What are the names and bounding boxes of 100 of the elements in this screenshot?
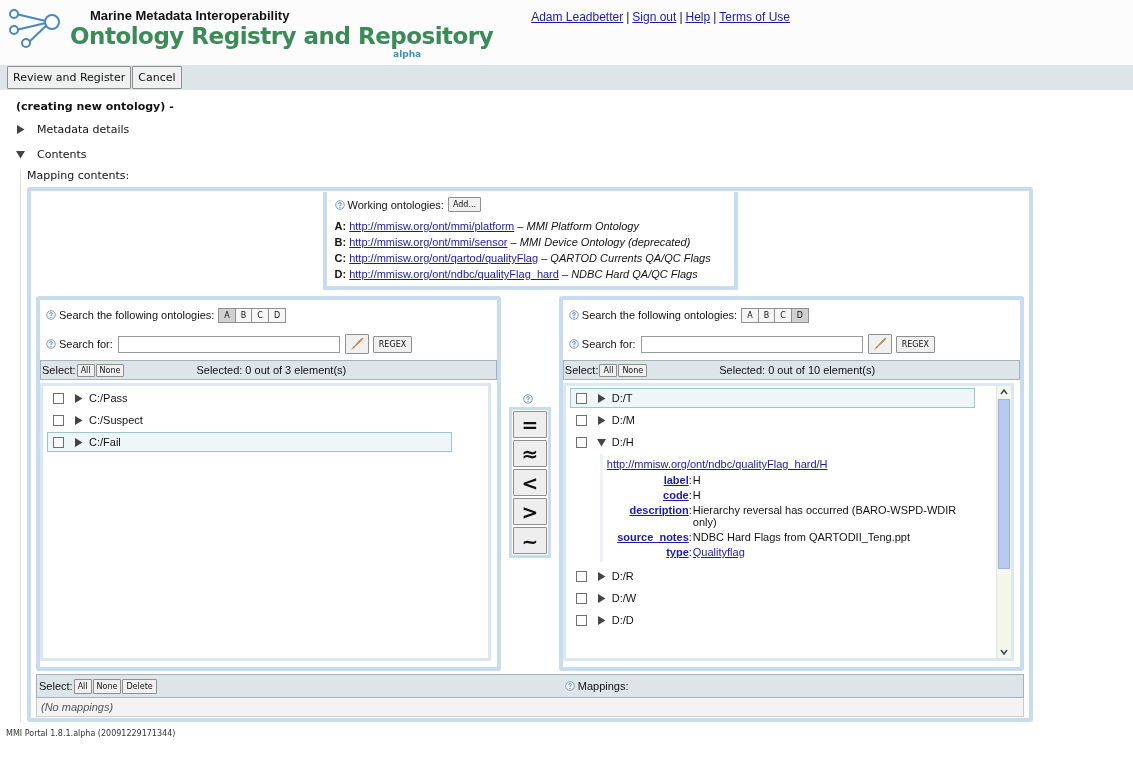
term-row[interactable]: D:/T	[569, 388, 975, 408]
checkbox[interactable]	[575, 414, 587, 426]
regex-button[interactable]: REGEX	[895, 335, 935, 353]
ontology-toggle[interactable]: D	[267, 307, 287, 323]
ontology-name: QARTOD Currents QA/QC Flags	[550, 252, 711, 264]
ontology-link[interactable]: http://mmisw.org/ont/mmi/sensor	[349, 236, 508, 248]
colon: :	[688, 546, 692, 558]
ontology-toggle[interactable]: A	[218, 307, 236, 323]
search-field[interactable]	[117, 335, 340, 353]
term-row[interactable]: D:/R	[569, 566, 975, 586]
collapsed-triangle-icon[interactable]	[74, 437, 83, 447]
term-label: D:/W	[611, 592, 637, 604]
checkbox[interactable]	[575, 436, 587, 448]
select-none-button[interactable]: None	[95, 363, 125, 377]
select-none-button[interactable]: None	[618, 363, 648, 377]
property-name-link[interactable]: code	[663, 489, 689, 501]
term-row[interactable]: D:/M	[569, 410, 975, 430]
collapsed-triangle-icon[interactable]	[596, 415, 606, 425]
colon: :	[688, 489, 692, 501]
header-link[interactable]: Adam Leadbetter	[531, 10, 624, 24]
ontology-link[interactable]: http://mmisw.org/ont/qartod/qualityFlag	[349, 252, 539, 264]
ontology-letter: D:	[334, 268, 347, 280]
property-name-link[interactable]: source_notes	[617, 531, 689, 543]
toolbar-button[interactable]: Review and Register	[7, 66, 132, 89]
search-ontologies-label: Search the following ontologies:	[581, 309, 738, 321]
select-all-button[interactable]: All	[599, 363, 618, 377]
mappings-label: Mappings:	[577, 680, 629, 692]
term-row[interactable]: D:/W	[569, 588, 975, 608]
toolbar-button[interactable]: Cancel	[132, 66, 182, 89]
property-value: Hierarchy reversal has occurred (BARO-WSPD-WDIR only)	[691, 504, 958, 528]
colon: :	[688, 504, 692, 516]
term-row[interactable]: D:/H	[569, 432, 975, 452]
collapsed-triangle-icon[interactable]	[74, 393, 83, 403]
ontology-toggle[interactable]: C	[251, 307, 269, 323]
section-toggle[interactable]: Contents	[37, 148, 87, 161]
link-separator: |	[713, 10, 717, 24]
expanded-triangle-icon[interactable]	[596, 437, 606, 447]
term-row[interactable]: C:/Suspect	[47, 410, 452, 430]
ontology-toggle[interactable]: C	[774, 307, 792, 323]
term-label: C:/Fail	[89, 436, 121, 448]
ontology-name: MMI Device Ontology (deprecated)	[519, 236, 691, 248]
ontology-link[interactable]: http://mmisw.org/ont/mmi/platform	[349, 220, 515, 232]
relation-button[interactable]: =	[513, 411, 547, 438]
collapsed-triangle-icon[interactable]	[16, 125, 25, 134]
property-value-link[interactable]: Qualityflag	[692, 546, 745, 558]
checkbox[interactable]	[575, 570, 587, 582]
scrollbar[interactable]	[996, 386, 1011, 658]
property-value: NDBC Hard Flags from QARTODII_Teng.ppt	[691, 531, 912, 543]
scroll-thumb[interactable]	[998, 399, 1010, 569]
colon: :	[688, 474, 692, 486]
term-label: D:/M	[611, 414, 636, 426]
regex-button[interactable]: REGEX	[372, 335, 413, 353]
section-toggle[interactable]: Metadata details	[37, 123, 130, 136]
checkbox[interactable]	[53, 436, 64, 448]
term-row[interactable]: C:/Fail	[47, 432, 452, 452]
ontology-letter: A:	[334, 220, 347, 232]
checkbox[interactable]	[575, 592, 587, 604]
mapping-action-button[interactable]: None	[92, 678, 122, 694]
ontology-link[interactable]: http://mmisw.org/ont/ndbc/qualityFlag_hard	[349, 268, 559, 280]
dash-separator: –	[541, 252, 548, 264]
property-name-link[interactable]: label	[663, 474, 689, 486]
mapping-action-button[interactable]: Delete	[122, 678, 157, 694]
property-value: H	[691, 489, 702, 501]
property-name-link[interactable]: description	[629, 504, 689, 516]
ontology-toggle[interactable]: D	[790, 307, 809, 323]
term-row[interactable]: D:/D	[569, 610, 975, 630]
relation-button[interactable]: <	[513, 469, 547, 496]
selection-count: Selected: 0 out of 10 element(s)	[719, 364, 876, 376]
relation-button[interactable]: ~	[513, 527, 547, 554]
header-link[interactable]: Help	[685, 10, 711, 24]
select-all-button[interactable]: All	[76, 363, 95, 377]
collapsed-triangle-icon[interactable]	[596, 593, 606, 603]
search-button[interactable]	[867, 334, 892, 354]
search-field[interactable]	[640, 335, 863, 353]
relation-button[interactable]: >	[513, 498, 547, 525]
select-label: Select:	[564, 364, 599, 376]
collapsed-triangle-icon[interactable]	[596, 393, 606, 403]
mapping-action-button[interactable]: All	[73, 678, 92, 694]
checkbox[interactable]	[53, 414, 64, 426]
relation-button[interactable]: ≈	[513, 440, 547, 467]
ontology-toggle[interactable]: A	[741, 307, 759, 323]
header-link[interactable]: Sign out	[632, 10, 677, 24]
search-button[interactable]	[344, 334, 369, 354]
no-mappings-text: (No mappings)	[36, 698, 1024, 717]
term-label: C:/Suspect	[89, 414, 143, 426]
collapsed-triangle-icon[interactable]	[596, 615, 606, 625]
term-label: D:/R	[611, 570, 634, 582]
term-uri-link[interactable]: http://mmisw.org/ont/ndbc/qualityFlag_hard/H	[606, 458, 996, 470]
collapsed-triangle-icon[interactable]	[74, 415, 83, 425]
term-label: D:/D	[611, 614, 634, 626]
add-button[interactable]: Add...	[447, 197, 482, 212]
checkbox[interactable]	[53, 392, 64, 404]
checkbox[interactable]	[575, 614, 587, 626]
checkbox[interactable]	[575, 392, 587, 404]
expanded-triangle-icon[interactable]	[16, 150, 25, 159]
property-name-link[interactable]: type	[666, 546, 689, 558]
collapsed-triangle-icon[interactable]	[596, 571, 606, 581]
term-row[interactable]: C:/Pass	[47, 388, 452, 408]
header-link[interactable]: Terms of Use	[719, 10, 790, 24]
link-separator: |	[679, 10, 683, 24]
